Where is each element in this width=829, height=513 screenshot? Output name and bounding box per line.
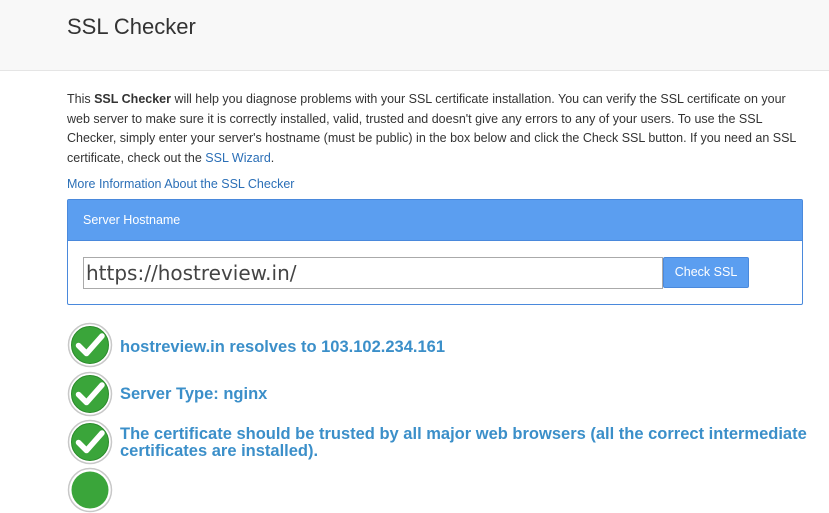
result-text: hostreview.in resolves to 103.102.234.16…	[120, 338, 445, 356]
page-title: SSL Checker	[67, 14, 196, 39]
intro-text-3: .	[270, 150, 275, 165]
intro-bold-name: SSL Checker	[94, 92, 171, 106]
green-checkmark-icon	[67, 371, 113, 417]
check-ssl-button[interactable]: Check SSL	[663, 257, 749, 288]
intro-paragraph: This SSL Checker will help you diagnose …	[67, 90, 807, 168]
result-text: Server Type: nginx	[120, 385, 268, 403]
hostname-input[interactable]	[83, 257, 663, 289]
green-checkmark-icon	[67, 467, 113, 513]
page-header: SSL Checker	[0, 0, 829, 71]
ssl-wizard-link[interactable]: SSL Wizard	[205, 151, 271, 165]
intro-text-1: This	[67, 92, 95, 106]
result-text: The certificate should be trusted by all…	[120, 425, 807, 460]
more-info-link[interactable]: More Information About the SSL Checker	[67, 175, 294, 194]
panel-heading: Server Hostname	[68, 200, 802, 241]
green-checkmark-icon	[67, 322, 113, 368]
intro-text-2: will help you diagnose problems with you…	[67, 92, 796, 165]
hostname-panel: Server Hostname Check SSL	[67, 199, 803, 305]
green-checkmark-icon	[67, 419, 113, 465]
